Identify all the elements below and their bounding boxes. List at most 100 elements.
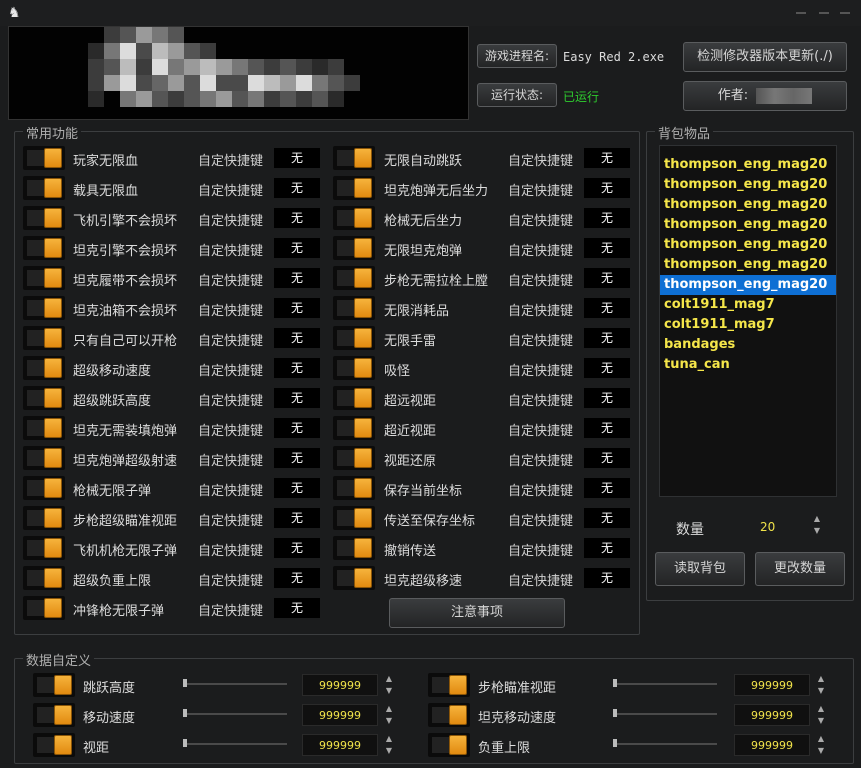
feature-toggle-left-7[interactable] bbox=[23, 356, 65, 380]
custom-slider-track[interactable] bbox=[617, 683, 717, 685]
toggle-knob[interactable] bbox=[54, 675, 72, 695]
feature-toggle-left-14[interactable] bbox=[23, 566, 65, 590]
toggle-knob[interactable] bbox=[354, 388, 372, 408]
inventory-list-item[interactable]: thompson_eng_mag20 bbox=[660, 215, 836, 235]
spin-up-icon[interactable]: ▲ bbox=[816, 674, 826, 684]
toggle-knob[interactable] bbox=[354, 538, 372, 558]
custom-value-field[interactable]: 999999 bbox=[302, 704, 378, 726]
feature-toggle-left-13[interactable] bbox=[23, 536, 65, 560]
spin-down-icon[interactable]: ▼ bbox=[816, 746, 826, 756]
toggle-knob[interactable] bbox=[354, 178, 372, 198]
hotkey-input[interactable]: 无 bbox=[274, 328, 320, 348]
hotkey-input[interactable]: 无 bbox=[584, 148, 630, 168]
inventory-list-item[interactable]: bandages bbox=[660, 335, 836, 355]
custom-value-spinner[interactable]: ▲ ▼ bbox=[815, 704, 827, 726]
spin-down-icon[interactable]: ▼ bbox=[816, 686, 826, 696]
hotkey-input[interactable]: 无 bbox=[584, 358, 630, 378]
slider-handle[interactable] bbox=[613, 739, 617, 747]
hotkey-input[interactable]: 无 bbox=[584, 418, 630, 438]
toggle-knob[interactable] bbox=[44, 448, 62, 468]
check-update-button[interactable]: 检测修改器版本更新(./) bbox=[683, 42, 847, 72]
feature-toggle-right-7[interactable] bbox=[333, 356, 375, 380]
toggle-knob[interactable] bbox=[354, 208, 372, 228]
spin-down-icon[interactable]: ▼ bbox=[384, 746, 394, 756]
author-button[interactable]: 作者: bbox=[683, 81, 847, 111]
feature-toggle-right-2[interactable] bbox=[333, 206, 375, 230]
toggle-knob[interactable] bbox=[354, 298, 372, 318]
inventory-list-item[interactable]: thompson_eng_mag20 bbox=[660, 275, 836, 295]
hotkey-input[interactable]: 无 bbox=[584, 568, 630, 588]
feature-toggle-right-6[interactable] bbox=[333, 326, 375, 350]
hotkey-input[interactable]: 无 bbox=[584, 538, 630, 558]
hotkey-input[interactable]: 无 bbox=[584, 298, 630, 318]
feature-toggle-right-10[interactable] bbox=[333, 446, 375, 470]
toggle-knob[interactable] bbox=[44, 208, 62, 228]
feature-toggle-right-1[interactable] bbox=[333, 176, 375, 200]
toggle-knob[interactable] bbox=[449, 675, 467, 695]
hotkey-input[interactable]: 无 bbox=[584, 178, 630, 198]
feature-toggle-right-0[interactable] bbox=[333, 146, 375, 170]
feature-toggle-right-9[interactable] bbox=[333, 416, 375, 440]
toggle-knob[interactable] bbox=[44, 388, 62, 408]
spin-down-icon[interactable]: ▼ bbox=[816, 716, 826, 726]
maximize-button[interactable] bbox=[817, 9, 831, 17]
feature-toggle-left-9[interactable] bbox=[23, 416, 65, 440]
process-name-button[interactable]: 游戏进程名: bbox=[477, 44, 557, 68]
toggle-knob[interactable] bbox=[44, 268, 62, 288]
hotkey-input[interactable]: 无 bbox=[274, 178, 320, 198]
toggle-knob[interactable] bbox=[449, 735, 467, 755]
hotkey-input[interactable]: 无 bbox=[274, 238, 320, 258]
toggle-knob[interactable] bbox=[44, 148, 62, 168]
toggle-knob[interactable] bbox=[44, 238, 62, 258]
feature-toggle-left-2[interactable] bbox=[23, 206, 65, 230]
spin-down-icon[interactable]: ▼ bbox=[812, 526, 822, 536]
hotkey-input[interactable]: 无 bbox=[274, 418, 320, 438]
custom-value-spinner[interactable]: ▲ ▼ bbox=[815, 674, 827, 696]
toggle-knob[interactable] bbox=[449, 705, 467, 725]
hotkey-input[interactable]: 无 bbox=[274, 508, 320, 528]
hotkey-input[interactable]: 无 bbox=[274, 448, 320, 468]
custom-value-field[interactable]: 999999 bbox=[734, 734, 810, 756]
toggle-knob[interactable] bbox=[354, 238, 372, 258]
custom-toggle-right-0[interactable] bbox=[428, 673, 470, 697]
feature-toggle-left-15[interactable] bbox=[23, 596, 65, 620]
slider-handle[interactable] bbox=[613, 709, 617, 717]
toggle-knob[interactable] bbox=[354, 508, 372, 528]
feature-toggle-left-12[interactable] bbox=[23, 506, 65, 530]
inventory-list-item[interactable]: thompson_eng_mag20 bbox=[660, 175, 836, 195]
hotkey-input[interactable]: 无 bbox=[584, 448, 630, 468]
slider-handle[interactable] bbox=[613, 679, 617, 687]
custom-value-field[interactable]: 999999 bbox=[302, 674, 378, 696]
slider-handle[interactable] bbox=[183, 679, 187, 687]
toggle-knob[interactable] bbox=[44, 298, 62, 318]
feature-toggle-left-10[interactable] bbox=[23, 446, 65, 470]
hotkey-input[interactable]: 无 bbox=[274, 598, 320, 618]
hotkey-input[interactable]: 无 bbox=[274, 268, 320, 288]
toggle-knob[interactable] bbox=[44, 508, 62, 528]
toggle-knob[interactable] bbox=[54, 705, 72, 725]
feature-toggle-left-1[interactable] bbox=[23, 176, 65, 200]
quantity-field[interactable]: 20 bbox=[760, 520, 775, 534]
feature-toggle-right-4[interactable] bbox=[333, 266, 375, 290]
toggle-knob[interactable] bbox=[354, 478, 372, 498]
close-button[interactable] bbox=[838, 9, 852, 17]
slider-handle[interactable] bbox=[183, 709, 187, 717]
custom-value-spinner[interactable]: ▲ ▼ bbox=[383, 734, 395, 756]
toggle-knob[interactable] bbox=[44, 358, 62, 378]
feature-toggle-right-13[interactable] bbox=[333, 536, 375, 560]
toggle-knob[interactable] bbox=[44, 568, 62, 588]
toggle-knob[interactable] bbox=[354, 268, 372, 288]
custom-slider-track[interactable] bbox=[187, 713, 287, 715]
custom-slider-track[interactable] bbox=[617, 713, 717, 715]
inventory-list-item[interactable]: colt1911_mag7 bbox=[660, 295, 836, 315]
inventory-list-item[interactable]: tuna_can bbox=[660, 355, 836, 375]
custom-value-field[interactable]: 999999 bbox=[734, 674, 810, 696]
inventory-list-item[interactable]: thompson_eng_mag20 bbox=[660, 235, 836, 255]
spin-down-icon[interactable]: ▼ bbox=[384, 716, 394, 726]
hotkey-input[interactable]: 无 bbox=[274, 388, 320, 408]
read-inventory-button[interactable]: 读取背包 bbox=[655, 552, 745, 586]
toggle-knob[interactable] bbox=[44, 538, 62, 558]
hotkey-input[interactable]: 无 bbox=[584, 268, 630, 288]
feature-toggle-left-11[interactable] bbox=[23, 476, 65, 500]
spin-down-icon[interactable]: ▼ bbox=[384, 686, 394, 696]
